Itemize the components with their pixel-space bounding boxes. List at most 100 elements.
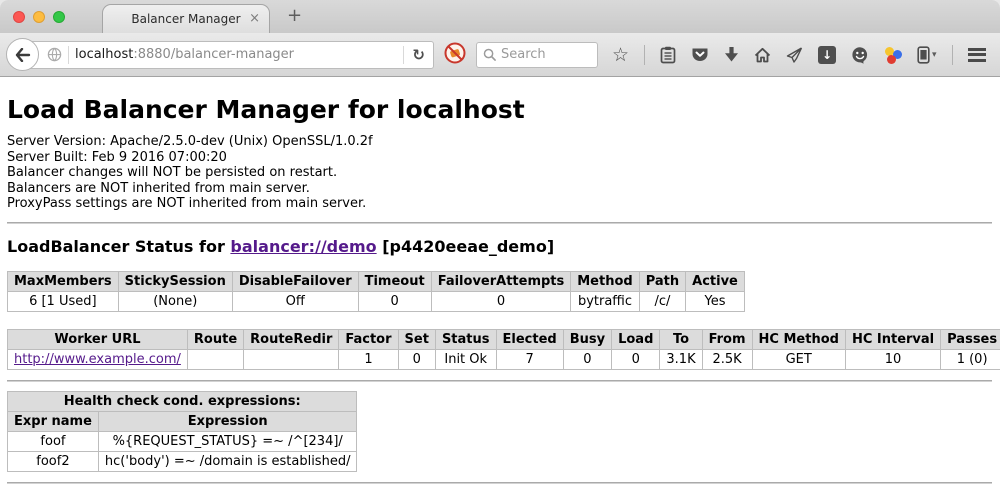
- col-route: Route: [187, 329, 243, 349]
- blocked-plugin-icon[interactable]: [444, 42, 466, 68]
- page-content: Load Balancer Manager for localhost Serv…: [0, 77, 1000, 491]
- window-controls: [13, 11, 65, 23]
- toolbar-divider: [644, 45, 645, 65]
- toolbar-icons: ☆ ↓ ▾: [612, 45, 1000, 65]
- cell-expr-name: foof2: [8, 451, 99, 471]
- col-expr-name: Expr name: [8, 411, 99, 431]
- cell-expression: hc('body') =~ /domain is established/: [98, 451, 357, 471]
- cell-active: Yes: [686, 291, 745, 311]
- worker-url-link[interactable]: http://www.example.com/: [14, 352, 181, 367]
- zoom-window-button[interactable]: [53, 11, 65, 23]
- cell-route: [187, 349, 243, 369]
- col-load: Load: [612, 329, 660, 349]
- table-header-row: Expr name Expression: [8, 411, 357, 431]
- cell-from: 2.5K: [702, 349, 752, 369]
- cell-to: 3.1K: [660, 349, 702, 369]
- download-arrow-icon[interactable]: [724, 46, 739, 63]
- col-busy: Busy: [563, 329, 611, 349]
- section-divider: [7, 222, 992, 224]
- cell-load: 0: [612, 349, 660, 369]
- balancer-settings-table: MaxMembers StickySession DisableFailover…: [7, 271, 745, 312]
- proxypass-note-line: ProxyPass settings are NOT inherited fro…: [7, 196, 994, 212]
- minimize-window-button[interactable]: [33, 11, 45, 23]
- cell-worker-url: http://www.example.com/: [8, 349, 188, 369]
- search-input[interactable]: Search: [476, 42, 598, 68]
- chat-smiley-icon[interactable]: [851, 46, 869, 64]
- cell-failoverattempts: 0: [431, 291, 571, 311]
- col-stickysession: StickySession: [118, 271, 232, 291]
- cell-routeredir: [244, 349, 339, 369]
- status-suffix: [p4420eeae_demo]: [377, 237, 555, 256]
- persist-note-line: Balancer changes will NOT be persisted o…: [7, 165, 994, 181]
- loadbalancer-status-heading: LoadBalancer Status for balancer://demo …: [7, 237, 994, 256]
- clipboard-icon[interactable]: [660, 46, 676, 64]
- tab-title: Balancer Manager: [131, 12, 240, 26]
- chevron-down-icon: ▾: [932, 50, 937, 60]
- cell-stickysession: (None): [118, 291, 232, 311]
- color-dots-icon[interactable]: [884, 46, 902, 64]
- close-window-button[interactable]: [13, 11, 25, 23]
- navigation-toolbar: localhost:8880/balancer-manager ↻ Search…: [0, 33, 1000, 77]
- pocket-icon[interactable]: [691, 46, 709, 63]
- bottom-divider: [7, 482, 992, 484]
- balancer-demo-link[interactable]: balancer://demo: [230, 237, 376, 256]
- back-icon: [15, 48, 31, 62]
- new-tab-button[interactable]: +: [281, 3, 308, 28]
- col-failoverattempts: FailoverAttempts: [431, 271, 571, 291]
- url-domain: localhost: [75, 47, 133, 62]
- bookmark-star-icon[interactable]: ☆: [612, 45, 629, 65]
- section-divider: [7, 380, 992, 382]
- col-path: Path: [639, 271, 685, 291]
- col-elected: Elected: [496, 329, 563, 349]
- health-check-title: Health check cond. expressions:: [8, 391, 357, 411]
- server-built-line: Server Built: Feb 9 2016 07:00:20: [7, 150, 994, 166]
- browser-window: Balancer Manager × + localhost:8880/bala…: [0, 0, 1000, 491]
- col-set: Set: [398, 329, 435, 349]
- menu-hamburger-icon[interactable]: [968, 48, 986, 62]
- url-divider: [403, 46, 404, 64]
- cell-timeout: 0: [358, 291, 431, 311]
- col-hc-method: HC Method: [752, 329, 845, 349]
- reload-icon[interactable]: ↻: [410, 46, 427, 64]
- url-text[interactable]: localhost:8880/balancer-manager: [75, 47, 294, 62]
- url-bar[interactable]: localhost:8880/balancer-manager ↻: [22, 41, 434, 69]
- col-active: Active: [686, 271, 745, 291]
- search-icon: [483, 48, 496, 61]
- cell-expression: %{REQUEST_STATUS} =~ /^[234]/: [98, 431, 357, 451]
- cell-maxmembers: 6 [1 Used]: [8, 291, 119, 311]
- col-method: Method: [571, 271, 639, 291]
- col-timeout: Timeout: [358, 271, 431, 291]
- col-routeredir: RouteRedir: [244, 329, 339, 349]
- cell-set: 0: [398, 349, 435, 369]
- col-disablefailover: DisableFailover: [232, 271, 358, 291]
- col-status: Status: [435, 329, 496, 349]
- search-placeholder: Search: [501, 47, 546, 62]
- globe-icon: [47, 47, 62, 62]
- url-path: :8880/balancer-manager: [133, 47, 294, 62]
- url-group: localhost:8880/balancer-manager ↻: [6, 38, 434, 71]
- table-title-row: Health check cond. expressions:: [8, 391, 357, 411]
- cell-status: Init Ok: [435, 349, 496, 369]
- inherit-note-line: Balancers are NOT inherited from main se…: [7, 181, 994, 197]
- device-battery-icon[interactable]: ▾: [917, 46, 937, 64]
- back-button[interactable]: [6, 38, 39, 71]
- cell-path: /c/: [639, 291, 685, 311]
- url-divider: [68, 46, 69, 64]
- tab-close-icon[interactable]: ×: [249, 11, 260, 27]
- video-download-icon[interactable]: ↓: [818, 46, 836, 64]
- cell-passes: 1 (0): [941, 349, 1000, 369]
- cell-elected: 7: [496, 349, 563, 369]
- health-check-table: Health check cond. expressions: Expr nam…: [7, 391, 357, 472]
- home-icon[interactable]: [754, 47, 771, 63]
- server-version-line: Server Version: Apache/2.5.0-dev (Unix) …: [7, 134, 994, 150]
- col-hc-interval: HC Interval: [845, 329, 940, 349]
- worker-table: Worker URL Route RouteRedir Factor Set S…: [7, 329, 1000, 370]
- table-header-row: MaxMembers StickySession DisableFailover…: [8, 271, 745, 291]
- send-plane-icon[interactable]: [786, 47, 803, 63]
- cell-method: bytraffic: [571, 291, 639, 311]
- tab-balancer-manager[interactable]: Balancer Manager ×: [102, 4, 270, 33]
- cell-busy: 0: [563, 349, 611, 369]
- col-from: From: [702, 329, 752, 349]
- table-header-row: Worker URL Route RouteRedir Factor Set S…: [8, 329, 1000, 349]
- table-row: foof2 hc('body') =~ /domain is establish…: [8, 451, 357, 471]
